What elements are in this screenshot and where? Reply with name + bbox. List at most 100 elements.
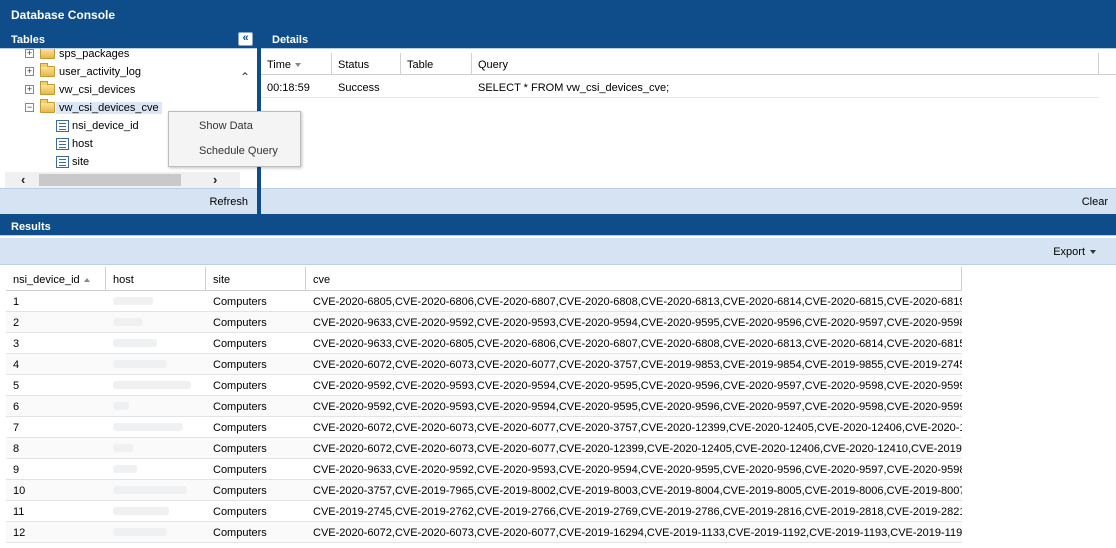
- redacted-host: [113, 507, 169, 515]
- cell-nsi-device-id: 7: [13, 422, 20, 434]
- table-row[interactable]: 3 Computers CVE-2020-9633,CVE-2020-6805,CV…: [6, 333, 962, 354]
- cell-host: [106, 480, 206, 501]
- cell-nsi-device-id: 3: [13, 338, 20, 350]
- details-header: Details: [261, 30, 1116, 49]
- column-icon: [56, 120, 69, 132]
- cell-site: Computers: [213, 443, 267, 455]
- refresh-button[interactable]: Refresh: [209, 196, 248, 208]
- table-row[interactable]: 5 Computers CVE-2020-9592,CVE-2020-9593,CV…: [6, 375, 962, 396]
- tables-header: Tables «: [0, 30, 257, 49]
- redacted-host: [113, 528, 167, 536]
- scroll-left-icon[interactable]: ‹: [21, 172, 25, 187]
- table-row[interactable]: 1 Computers CVE-2020-6805,CVE-2020-6806,CV…: [6, 291, 962, 312]
- redacted-host: [113, 318, 143, 326]
- clear-button[interactable]: Clear: [1082, 196, 1108, 208]
- folder-icon: [40, 99, 55, 113]
- detail-query: SELECT * FROM vw_csi_devices_cve;: [478, 82, 670, 94]
- column-header-table[interactable]: Table: [401, 53, 472, 75]
- cell-host: [106, 417, 206, 438]
- cell-nsi-device-id: 6: [13, 401, 20, 413]
- expand-icon[interactable]: +: [25, 85, 34, 94]
- cell-cve: CVE-2020-6805,CVE-2020-6806,CVE-2020-680…: [313, 296, 962, 308]
- cell-host: [106, 333, 206, 354]
- tree-horizontal-scrollbar[interactable]: ‹ ›: [5, 172, 240, 188]
- cell-nsi-device-id: 10: [13, 485, 26, 497]
- cell-host: [106, 312, 206, 333]
- cell-site: Computers: [213, 506, 267, 518]
- cell-cve: CVE-2020-9633,CVE-2020-6805,CVE-2020-680…: [313, 338, 962, 350]
- tree-item[interactable]: + user_activity_log: [5, 63, 245, 82]
- table-row[interactable]: 8 Computers CVE-2020-6072,CVE-2020-6073,CV…: [6, 438, 962, 459]
- table-row[interactable]: 6 Computers CVE-2020-9592,CVE-2020-9593,CV…: [6, 396, 962, 417]
- scroll-up-icon[interactable]: ⌃: [240, 70, 250, 84]
- details-panel: Details Time Status Table Query 00:18:59…: [261, 30, 1116, 214]
- cell-nsi-device-id: 1: [13, 296, 20, 308]
- redacted-host: [113, 297, 153, 305]
- detail-status: Success: [338, 82, 380, 94]
- cell-site: Computers: [213, 338, 267, 350]
- tree-item-label: vw_csi_devices: [59, 84, 136, 96]
- results-panel: Results Export nsi_device_id host site c…: [0, 217, 1116, 548]
- cell-host: [106, 354, 206, 375]
- cell-site: Computers: [213, 359, 267, 371]
- table-row[interactable]: 12 Computers CVE-2020-6072,CVE-2020-6073,C…: [6, 522, 962, 543]
- results-grid: nsi_device_id host site cve 1 Computers CV…: [6, 267, 1116, 548]
- details-grid-header: Time Status Table Query: [261, 53, 1116, 75]
- collapse-tree-icon[interactable]: −: [25, 103, 34, 112]
- window-title: Database Console: [0, 0, 1116, 30]
- cell-host: [106, 501, 206, 522]
- table-row[interactable]: 11 Computers CVE-2019-2745,CVE-2019-2762,C…: [6, 501, 962, 522]
- collapse-icon[interactable]: «: [238, 32, 253, 46]
- cell-host: [106, 459, 206, 480]
- table-row[interactable]: 9 Computers CVE-2020-9633,CVE-2020-9592,CV…: [6, 459, 962, 480]
- table-row[interactable]: 00:18:59 Success SELECT * FROM vw_csi_de…: [261, 76, 1099, 98]
- cell-nsi-device-id: 11: [13, 506, 25, 518]
- column-header-time[interactable]: Time: [261, 53, 332, 75]
- results-header-label: Results: [11, 221, 51, 233]
- column-header-cve[interactable]: cve: [306, 267, 962, 291]
- table-row[interactable]: 4 Computers CVE-2020-6072,CVE-2020-6073,CV…: [6, 354, 962, 375]
- redacted-host: [113, 360, 167, 368]
- details-header-label: Details: [272, 34, 309, 46]
- column-header-host[interactable]: host: [106, 267, 206, 291]
- table-row[interactable]: 2 Computers CVE-2020-9633,CVE-2020-9592,CV…: [6, 312, 962, 333]
- cell-host: [106, 375, 206, 396]
- tree-item[interactable]: + sps_packages: [5, 49, 245, 64]
- sort-asc-icon: [83, 278, 90, 283]
- folder-icon: [40, 49, 55, 59]
- context-menu: Show Data Schedule Query: [168, 111, 301, 167]
- redacted-host: [113, 381, 191, 389]
- column-header-query[interactable]: Query: [472, 53, 1099, 75]
- cell-host: [106, 291, 206, 312]
- scroll-right-icon[interactable]: ›: [213, 172, 217, 187]
- cell-site: Computers: [213, 317, 267, 329]
- export-button[interactable]: Export: [1053, 246, 1096, 258]
- cell-cve: CVE-2020-9633,CVE-2020-9592,CVE-2020-959…: [313, 464, 962, 476]
- detail-table: [401, 76, 472, 98]
- column-header-site[interactable]: site: [206, 267, 306, 291]
- table-row[interactable]: 10 Computers CVE-2020-3757,CVE-2019-7965,C…: [6, 480, 962, 501]
- column-header-nsi-device-id[interactable]: nsi_device_id: [6, 267, 106, 291]
- redacted-host: [113, 423, 183, 431]
- detail-time: 00:18:59: [267, 82, 310, 94]
- column-header-label: nsi_device_id: [13, 274, 80, 286]
- menu-item-schedule-query[interactable]: Schedule Query: [199, 145, 278, 157]
- tree-item-label: user_activity_log: [59, 66, 141, 78]
- cell-nsi-device-id: 8: [13, 443, 20, 455]
- tables-toolbar: Refresh: [0, 188, 257, 214]
- column-header-status[interactable]: Status: [332, 53, 401, 75]
- tree-item-label: sps_packages: [59, 49, 130, 60]
- redacted-host: [113, 465, 137, 473]
- sort-desc-icon: [295, 63, 302, 68]
- menu-item-show-data[interactable]: Show Data: [199, 120, 253, 132]
- redacted-host: [113, 339, 157, 347]
- expand-icon[interactable]: +: [25, 67, 34, 76]
- table-row[interactable]: 7 Computers CVE-2020-6072,CVE-2020-6073,CV…: [6, 417, 962, 438]
- cell-site: Computers: [213, 380, 267, 392]
- dropdown-caret-icon: [1090, 250, 1096, 255]
- tree-item[interactable]: + vw_csi_devices: [5, 81, 245, 100]
- expand-icon[interactable]: +: [25, 49, 34, 58]
- scrollbar-thumb[interactable]: [39, 174, 181, 186]
- cell-host: [106, 438, 206, 459]
- results-toolbar: Export: [0, 238, 1116, 265]
